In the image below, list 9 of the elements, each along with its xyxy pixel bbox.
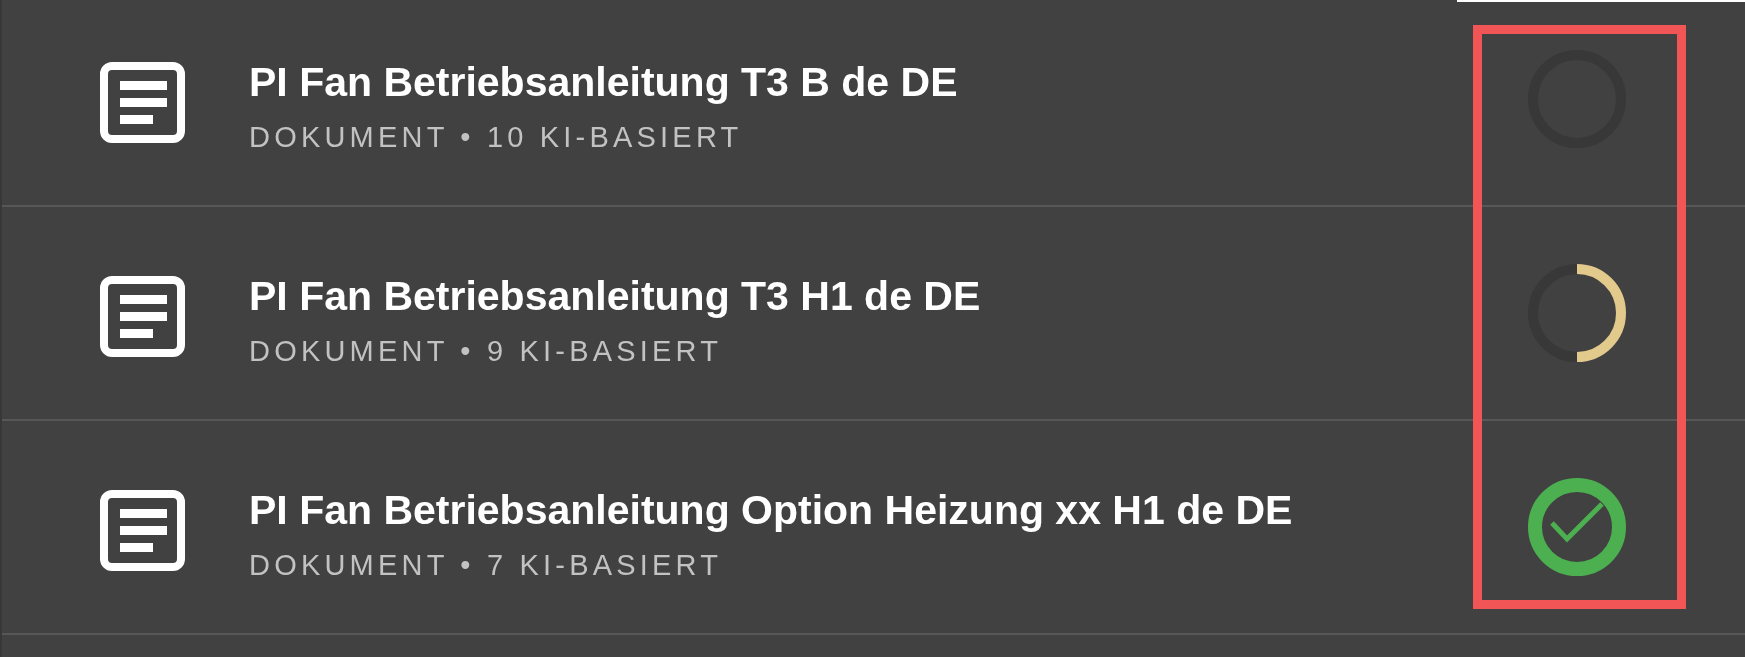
document-title: PI Fan Betriebsanleitung Option Heizung xx H1 de DE [249, 486, 1294, 534]
document-meta: DOKUMENT • 10 KI-BASIERT [249, 120, 744, 154]
document-meta: DOKUMENT • 7 KI-BASIERT [249, 548, 724, 582]
document-title: PI Fan Betriebsanleitung T3 H1 de DE [249, 272, 982, 320]
document-icon [100, 275, 185, 357]
document-meta: DOKUMENT • 9 KI-BASIERT [249, 334, 724, 368]
document-icon [100, 489, 185, 571]
document-title: PI Fan Betriebsanleitung T3 B de DE [249, 58, 959, 106]
document-icon [100, 61, 185, 143]
